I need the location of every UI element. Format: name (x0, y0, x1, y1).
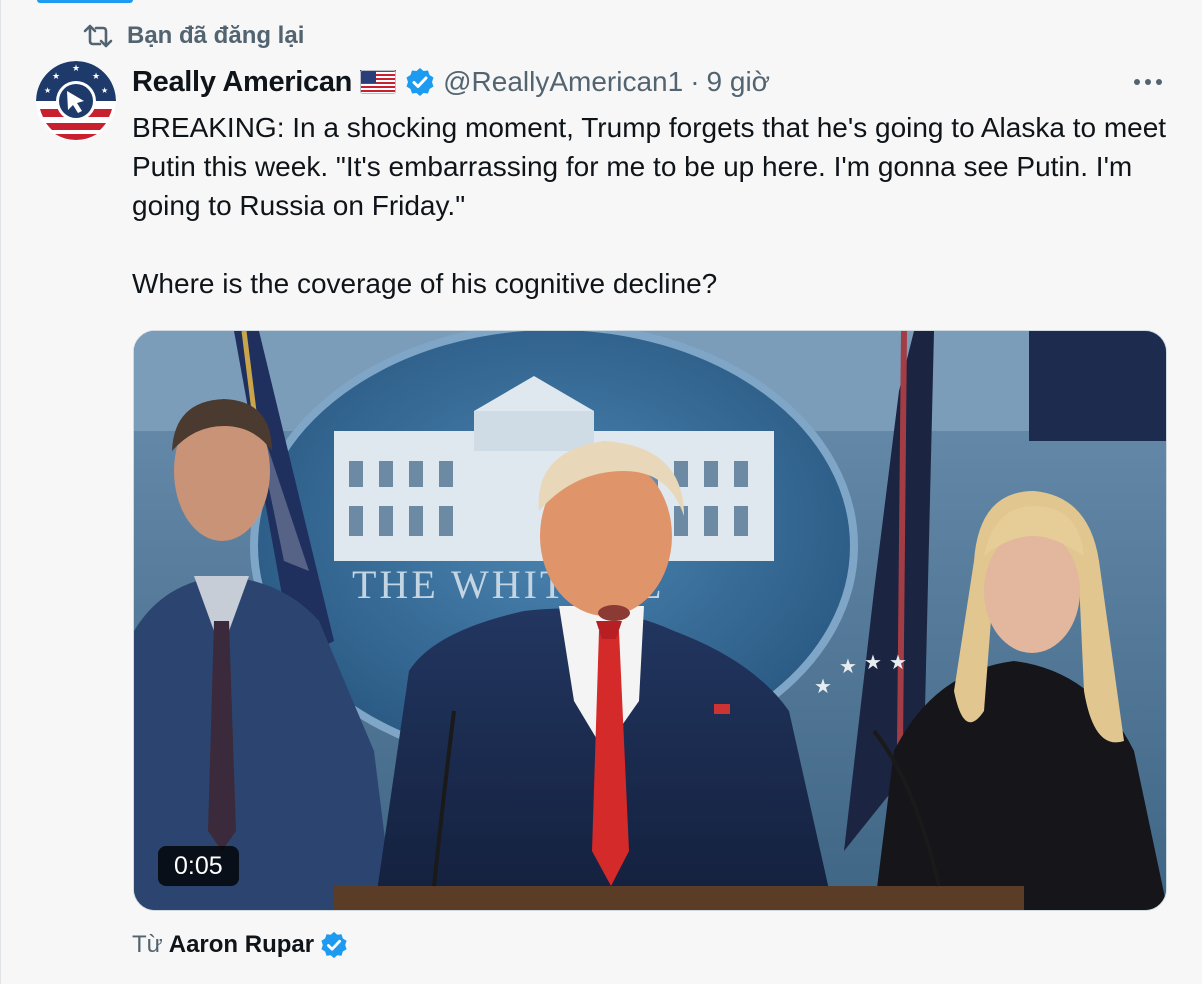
verified-badge-icon (405, 67, 435, 97)
repost-label: Bạn đã đăng lại (127, 22, 305, 49)
more-dot-icon (1145, 79, 1151, 85)
repost-indicator: Bạn đã đăng lại (81, 20, 304, 52)
svg-text:★: ★ (839, 654, 857, 678)
video-duration: 0:05 (158, 846, 239, 886)
svg-text:★: ★ (814, 674, 832, 698)
svg-text:★: ★ (101, 86, 108, 95)
post-time[interactable]: 9 giờ (707, 66, 771, 98)
tweet-paragraph: Where is the coverage of his cognitive d… (132, 268, 718, 299)
more-dot-icon (1156, 79, 1162, 85)
really-american-logo-icon: ★ ★ ★ ★ ★ (36, 61, 116, 141)
author-handle[interactable]: @ReallyAmerican1 (443, 66, 683, 98)
separator-dot: · (690, 66, 700, 97)
more-options-button[interactable] (1128, 68, 1168, 96)
repost-icon (81, 21, 115, 51)
verified-badge-icon (320, 931, 348, 959)
svg-text:★: ★ (889, 650, 907, 674)
video-source: Từ Aaron Rupar (132, 928, 348, 962)
video-player[interactable]: THE WHIT USE ★ ★ ★ ★ 0:05 (133, 330, 1167, 911)
tweet-card[interactable]: Bạn đã đăng lại ★ ★ ★ ★ ★ Really America… (0, 0, 1202, 984)
source-prefix: Từ (132, 931, 163, 958)
svg-text:★: ★ (92, 72, 100, 82)
more-dot-icon (1134, 79, 1140, 85)
display-name[interactable]: Really American (132, 66, 352, 99)
us-flag-icon (360, 70, 397, 94)
tweet-text: BREAKING: In a shocking moment, Trump fo… (132, 108, 1172, 303)
svg-text:★: ★ (72, 64, 80, 74)
source-author-link[interactable]: Aaron Rupar (169, 931, 314, 959)
avatar[interactable]: ★ ★ ★ ★ ★ (36, 61, 116, 141)
tweet-header: Really American @ReallyAmerican1 · 9 giờ (132, 62, 770, 102)
previous-item-accent (37, 0, 133, 3)
svg-text:★: ★ (44, 86, 51, 95)
svg-text:★: ★ (864, 650, 882, 674)
svg-text:★: ★ (52, 72, 60, 82)
tweet-paragraph: BREAKING: In a shocking moment, Trump fo… (132, 112, 1174, 221)
video-frame: THE WHIT USE ★★ ★ ★ (134, 331, 1166, 910)
